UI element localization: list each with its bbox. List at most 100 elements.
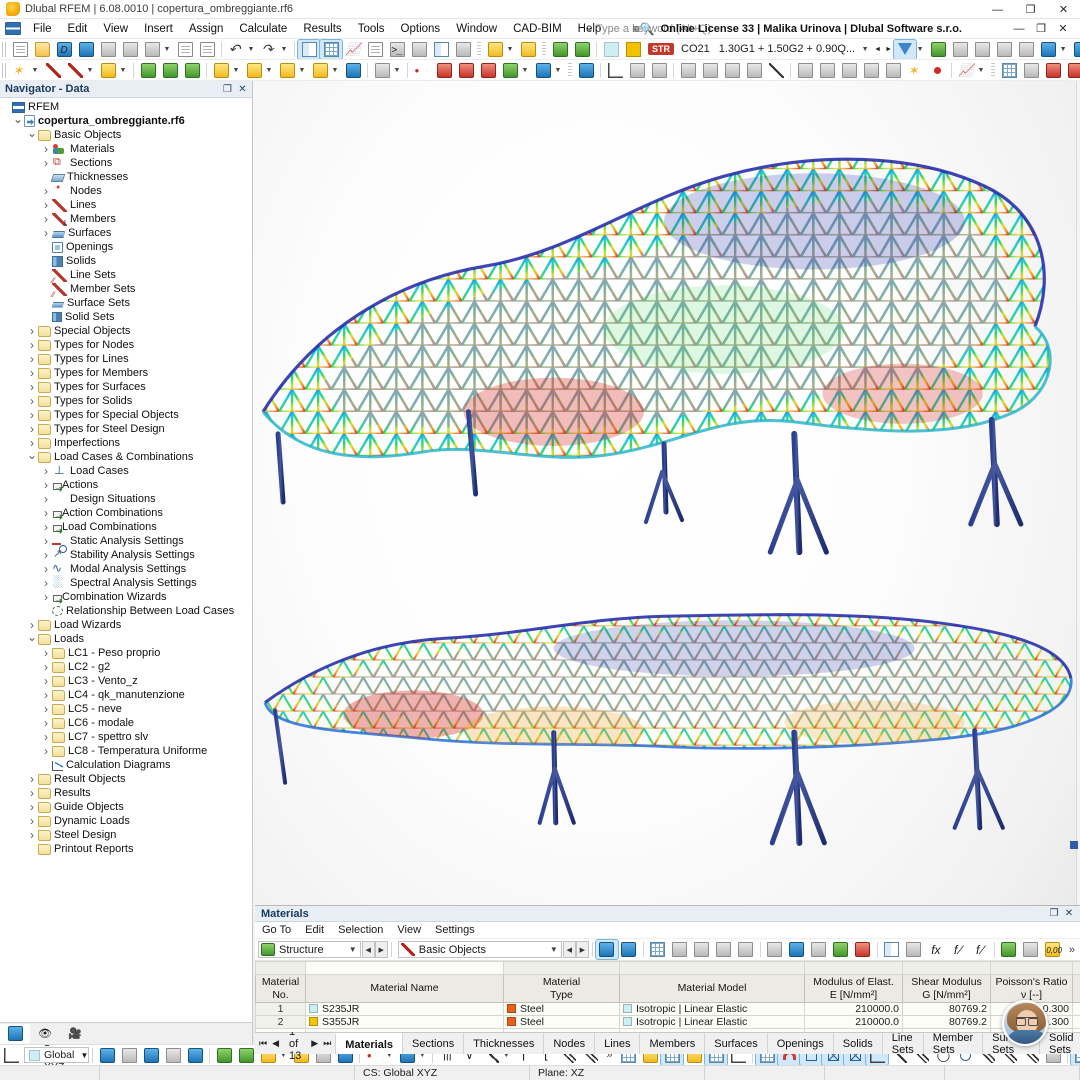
structural-model-render[interactable] xyxy=(253,81,1080,908)
line-load-icon[interactable] xyxy=(243,61,265,80)
tab-line-sets[interactable]: Line Sets xyxy=(881,1032,924,1056)
object-group-next-button[interactable]: ▶ xyxy=(575,941,589,958)
cell-material-no[interactable]: 2 xyxy=(255,1015,306,1029)
tree-node-printout-reports[interactable]: Printout Reports xyxy=(0,842,252,856)
tree-toggle[interactable] xyxy=(40,688,52,702)
generate-mesh-dropdown-icon[interactable]: ▼ xyxy=(521,61,532,80)
materials-menu-goto[interactable]: Go To xyxy=(255,923,298,937)
display-surfaces-icon[interactable] xyxy=(213,1046,235,1065)
tree-toggle[interactable] xyxy=(26,786,38,800)
new-surface-icon[interactable] xyxy=(97,61,119,80)
new-line-icon[interactable] xyxy=(42,61,64,80)
property-panel-icon[interactable] xyxy=(430,40,452,59)
member-forces-icon[interactable] xyxy=(971,40,993,59)
coordinate-system-select[interactable]: 1 - Global XYZ ▼ xyxy=(24,1045,90,1065)
tree-toggle[interactable] xyxy=(26,128,38,142)
calculation-diagram-icon[interactable] xyxy=(955,61,977,80)
navigator-display-tab-icon[interactable]: 👁 xyxy=(30,1024,60,1044)
loadcase-dropdown-icon[interactable]: ▼ xyxy=(861,40,872,59)
cell-modulus-elasticity[interactable]: 210000.0 xyxy=(804,1002,903,1016)
filter-results-icon[interactable] xyxy=(893,39,918,59)
tree-node-combination-wizards[interactable]: Combination Wizards xyxy=(0,590,252,607)
import-icon[interactable] xyxy=(786,940,808,959)
tree-node-nodes[interactable]: Nodes xyxy=(0,184,252,198)
move-right-icon[interactable] xyxy=(852,940,874,959)
materials-toolbar-overflow-button[interactable]: » xyxy=(1064,944,1080,956)
tree-node-lc6-modale[interactable]: LC6 - modale xyxy=(0,716,252,730)
structure-next-button[interactable]: ▶ xyxy=(374,941,388,958)
tab-lines[interactable]: Lines xyxy=(594,1033,641,1054)
menu-assign[interactable]: Assign xyxy=(181,21,232,37)
tree-toggle[interactable] xyxy=(40,548,52,562)
document-icon[interactable] xyxy=(196,40,218,59)
tree-toggle[interactable] xyxy=(40,492,52,506)
cell-empty[interactable] xyxy=(255,1028,306,1032)
move-copy-icon[interactable] xyxy=(794,61,816,80)
col-material-type[interactable]: Material Type xyxy=(503,974,620,1003)
tree-node-lc1-peso-proprio[interactable]: LC1 - Peso proprio xyxy=(0,646,252,660)
decimal-places-icon[interactable]: 0,00 xyxy=(1042,940,1064,959)
pager-first-button[interactable]: ⏮ xyxy=(259,1038,267,1049)
tree-node-lc8-temperatura-uniforme[interactable]: LC8 - Temperatura Uniforme xyxy=(0,744,252,758)
cell-specific-weight[interactable]: 78.5 xyxy=(1072,1015,1080,1029)
tree-toggle[interactable] xyxy=(40,142,52,156)
doc-minimize-button[interactable]: — xyxy=(1008,19,1030,38)
console-panel-icon[interactable]: >_ xyxy=(386,40,408,59)
tree-node-result-objects[interactable]: Result Objects xyxy=(0,772,252,786)
cut-section-icon[interactable] xyxy=(699,61,721,80)
tree-node-results[interactable]: Results xyxy=(0,786,252,800)
cell-material-no[interactable]: 1 xyxy=(255,1002,306,1016)
tree-node-imperfections[interactable]: Imperfections xyxy=(0,436,252,450)
object-group-prev-button[interactable]: ◀ xyxy=(562,941,576,958)
new-member-icon[interactable] xyxy=(64,61,86,80)
coordinate-system-icon[interactable] xyxy=(604,61,626,80)
tree-node-types-for-lines[interactable]: Types for Lines xyxy=(0,352,252,366)
project-icon[interactable] xyxy=(882,61,904,80)
deformation-icon[interactable] xyxy=(927,40,949,59)
cell-material-name[interactable]: S235JR xyxy=(305,1002,504,1016)
nodal-load-dropdown-icon[interactable]: ▼ xyxy=(232,61,243,80)
scale-icon[interactable] xyxy=(860,61,882,80)
work-plane-icon[interactable] xyxy=(626,61,648,80)
tree-node-lc4-qk-manutenzione[interactable]: LC4 - qk_manutenzione xyxy=(0,688,252,702)
tree-node-openings[interactable]: Openings xyxy=(0,240,252,254)
cell-empty[interactable] xyxy=(1072,1028,1080,1032)
nodal-load-icon[interactable] xyxy=(210,61,232,80)
tree-node-lc3-vento-z[interactable]: LC3 - Vento_z xyxy=(0,674,252,688)
display-sections-icon[interactable] xyxy=(184,1046,206,1065)
scripting-icon[interactable] xyxy=(408,40,430,59)
result-diagram-dropdown-icon[interactable]: ▼ xyxy=(1059,40,1070,59)
tree-node-basic-objects[interactable]: Basic Objects xyxy=(0,128,252,142)
structure-prev-button[interactable]: ◀ xyxy=(361,941,375,958)
cell-empty[interactable] xyxy=(305,1028,504,1032)
new-member-dropdown-icon[interactable]: ▼ xyxy=(86,61,97,80)
loadcase-prev-button[interactable]: ◄ xyxy=(872,40,883,59)
line-load-dropdown-icon[interactable]: ▼ xyxy=(265,61,276,80)
tree-node-member-sets[interactable]: Member Sets xyxy=(0,282,252,299)
delete-row-icon[interactable] xyxy=(669,940,691,959)
cell-material-name[interactable]: S355JR xyxy=(305,1015,504,1029)
tree-node-load-wizards[interactable]: Load Wizards xyxy=(0,618,252,632)
tab-materials[interactable]: Materials xyxy=(335,1033,403,1054)
tree-node-members[interactable]: Members xyxy=(0,212,252,228)
cell-empty[interactable] xyxy=(503,1028,620,1032)
undo-dropdown-icon[interactable]: ▼ xyxy=(247,40,258,59)
pin-icon[interactable] xyxy=(926,61,948,80)
select-object-icon[interactable] xyxy=(594,939,619,960)
model-merge-icon[interactable] xyxy=(571,40,593,59)
tab-surfaces[interactable]: Surfaces xyxy=(704,1033,768,1054)
tree-node-design-situations[interactable]: Design Situations xyxy=(0,492,252,506)
materials-close-button[interactable]: ✕ xyxy=(1063,908,1075,919)
tree-toggle[interactable] xyxy=(40,156,52,170)
object-group-select[interactable]: Basic Objects ▼ xyxy=(397,941,562,958)
tree-node-action-combinations[interactable]: Action Combinations xyxy=(0,506,252,523)
magic-wand-icon[interactable] xyxy=(904,61,926,80)
tree-node-load-cases-combinations[interactable]: Load Cases & Combinations xyxy=(0,450,252,464)
tree-node-calculation-diagrams[interactable]: Calculation Diagrams xyxy=(0,758,252,772)
navigator-close-button[interactable]: ✕ xyxy=(236,83,249,96)
close-button[interactable]: ✕ xyxy=(1047,0,1080,19)
tree-toggle[interactable] xyxy=(40,478,52,492)
display-model-icon[interactable] xyxy=(96,1046,118,1065)
tab-member-sets[interactable]: Member Sets xyxy=(922,1032,984,1056)
chevron-down-icon[interactable]: ▼ xyxy=(346,945,360,954)
